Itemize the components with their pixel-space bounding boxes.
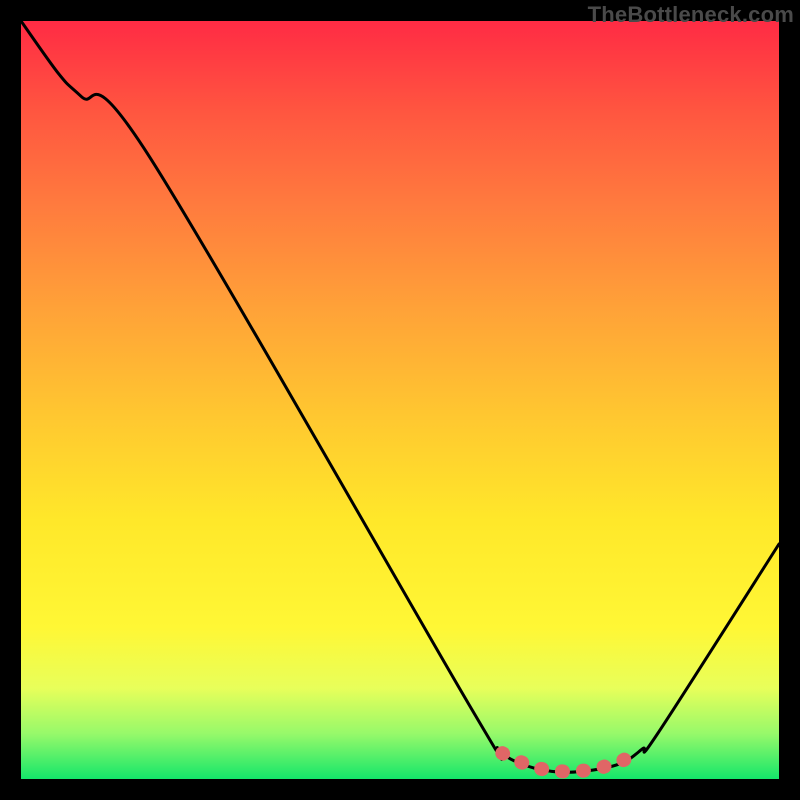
watermark-text: TheBottleneck.com	[588, 2, 794, 28]
plot-area	[21, 21, 779, 779]
highlight-segment	[502, 753, 639, 772]
chart-svg	[21, 21, 779, 779]
curve-line	[21, 21, 779, 772]
chart-frame: TheBottleneck.com	[0, 0, 800, 800]
